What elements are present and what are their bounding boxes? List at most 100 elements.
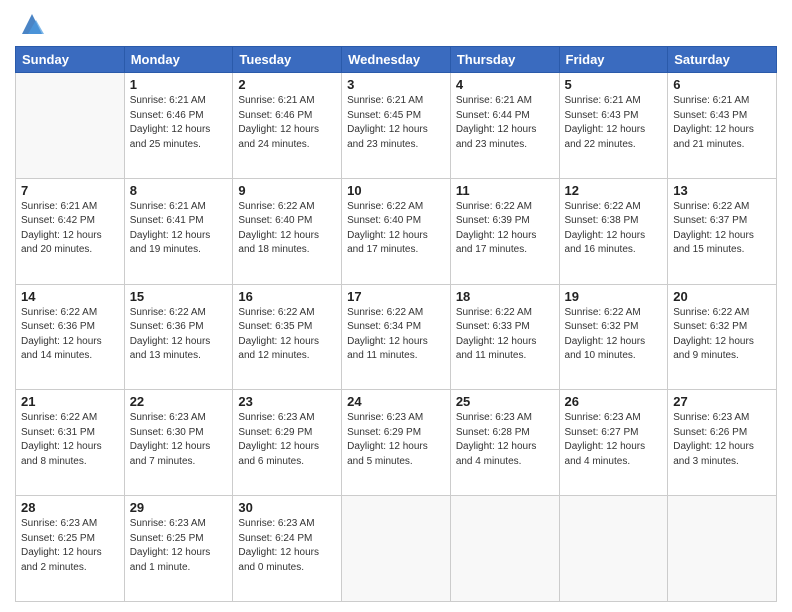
day-number: 9 <box>238 183 336 198</box>
day-info: Sunrise: 6:21 AM Sunset: 6:46 PM Dayligh… <box>130 94 228 152</box>
calendar-cell <box>16 73 125 179</box>
day-number: 29 <box>130 500 228 515</box>
day-number: 30 <box>238 500 336 515</box>
day-number: 19 <box>565 289 663 304</box>
calendar-cell: 10 Sunrise: 6:22 AM Sunset: 6:40 PM Dayli… <box>342 178 451 284</box>
calendar-cell: 18 Sunrise: 6:22 AM Sunset: 6:33 PM Dayli… <box>450 284 559 390</box>
day-info: Sunrise: 6:21 AM Sunset: 6:44 PM Dayligh… <box>456 94 554 152</box>
day-info: Sunrise: 6:22 AM Sunset: 6:40 PM Dayligh… <box>347 200 445 258</box>
calendar-cell: 25 Sunrise: 6:23 AM Sunset: 6:28 PM Dayli… <box>450 390 559 496</box>
calendar-cell: 16 Sunrise: 6:22 AM Sunset: 6:35 PM Dayli… <box>233 284 342 390</box>
calendar-cell: 9 Sunrise: 6:22 AM Sunset: 6:40 PM Daylig… <box>233 178 342 284</box>
col-header-sunday: Sunday <box>16 47 125 73</box>
calendar-cell: 12Sunrise: 6:22 AM Sunset: 6:38 PM Dayli… <box>559 178 668 284</box>
day-info: Sunrise: 6:22 AM Sunset: 6:31 PM Dayligh… <box>21 411 119 469</box>
page: SundayMondayTuesdayWednesdayThursdayFrid… <box>0 0 792 612</box>
logo <box>15 14 46 38</box>
calendar-cell: 27 Sunrise: 6:23 AM Sunset: 6:26 PM Dayli… <box>668 390 777 496</box>
day-info: Sunrise: 6:21 AM Sunset: 6:42 PM Dayligh… <box>21 200 119 258</box>
day-info: Sunrise: 6:23 AM Sunset: 6:28 PM Dayligh… <box>456 411 554 469</box>
calendar-cell <box>668 496 777 602</box>
calendar-cell: 4 Sunrise: 6:21 AM Sunset: 6:44 PM Daylig… <box>450 73 559 179</box>
calendar-cell: 23 Sunrise: 6:23 AM Sunset: 6:29 PM Dayli… <box>233 390 342 496</box>
day-info: Sunrise: 6:21 AM Sunset: 6:41 PM Dayligh… <box>130 200 228 258</box>
day-number: 25 <box>456 394 554 409</box>
day-info: Sunrise: 6:22 AM Sunset: 6:32 PM Dayligh… <box>673 306 771 364</box>
header-row: SundayMondayTuesdayWednesdayThursdayFrid… <box>16 47 777 73</box>
calendar-cell: 5Sunrise: 6:21 AM Sunset: 6:43 PM Daylig… <box>559 73 668 179</box>
day-number: 17 <box>347 289 445 304</box>
day-number: 10 <box>347 183 445 198</box>
day-info: Sunrise: 6:22 AM Sunset: 6:36 PM Dayligh… <box>130 306 228 364</box>
col-header-thursday: Thursday <box>450 47 559 73</box>
day-info: Sunrise: 6:22 AM Sunset: 6:35 PM Dayligh… <box>238 306 336 364</box>
day-info: Sunrise: 6:23 AM Sunset: 6:26 PM Dayligh… <box>673 411 771 469</box>
calendar-cell: 8 Sunrise: 6:21 AM Sunset: 6:41 PM Daylig… <box>124 178 233 284</box>
col-header-saturday: Saturday <box>668 47 777 73</box>
day-number: 21 <box>21 394 119 409</box>
day-number: 16 <box>238 289 336 304</box>
calendar-cell: 29 Sunrise: 6:23 AM Sunset: 6:25 PM Dayli… <box>124 496 233 602</box>
day-info: Sunrise: 6:23 AM Sunset: 6:24 PM Dayligh… <box>238 517 336 575</box>
col-header-friday: Friday <box>559 47 668 73</box>
calendar-cell <box>450 496 559 602</box>
day-number: 28 <box>21 500 119 515</box>
calendar-cell: 11 Sunrise: 6:22 AM Sunset: 6:39 PM Dayli… <box>450 178 559 284</box>
day-info: Sunrise: 6:21 AM Sunset: 6:43 PM Dayligh… <box>673 94 771 152</box>
calendar-cell: 19Sunrise: 6:22 AM Sunset: 6:32 PM Dayli… <box>559 284 668 390</box>
day-number: 27 <box>673 394 771 409</box>
calendar-cell: 1 Sunrise: 6:21 AM Sunset: 6:46 PM Daylig… <box>124 73 233 179</box>
day-number: 18 <box>456 289 554 304</box>
day-info: Sunrise: 6:23 AM Sunset: 6:25 PM Dayligh… <box>21 517 119 575</box>
day-number: 22 <box>130 394 228 409</box>
day-info: Sunrise: 6:22 AM Sunset: 6:39 PM Dayligh… <box>456 200 554 258</box>
day-number: 8 <box>130 183 228 198</box>
day-number: 26 <box>565 394 663 409</box>
day-number: 1 <box>130 77 228 92</box>
day-number: 15 <box>130 289 228 304</box>
calendar-cell: 22 Sunrise: 6:23 AM Sunset: 6:30 PM Dayli… <box>124 390 233 496</box>
calendar-cell: 7 Sunrise: 6:21 AM Sunset: 6:42 PM Daylig… <box>16 178 125 284</box>
day-number: 11 <box>456 183 554 198</box>
calendar-cell: 15 Sunrise: 6:22 AM Sunset: 6:36 PM Dayli… <box>124 284 233 390</box>
calendar-cell: 28 Sunrise: 6:23 AM Sunset: 6:25 PM Dayli… <box>16 496 125 602</box>
day-info: Sunrise: 6:23 AM Sunset: 6:29 PM Dayligh… <box>347 411 445 469</box>
day-number: 6 <box>673 77 771 92</box>
calendar-cell: 21 Sunrise: 6:22 AM Sunset: 6:31 PM Dayli… <box>16 390 125 496</box>
day-number: 7 <box>21 183 119 198</box>
day-number: 4 <box>456 77 554 92</box>
day-info: Sunrise: 6:23 AM Sunset: 6:25 PM Dayligh… <box>130 517 228 575</box>
calendar-cell: 26Sunrise: 6:23 AM Sunset: 6:27 PM Dayli… <box>559 390 668 496</box>
calendar-cell: 24 Sunrise: 6:23 AM Sunset: 6:29 PM Dayli… <box>342 390 451 496</box>
week-row-3: 14Sunrise: 6:22 AM Sunset: 6:36 PM Dayli… <box>16 284 777 390</box>
calendar-table: SundayMondayTuesdayWednesdayThursdayFrid… <box>15 46 777 602</box>
col-header-monday: Monday <box>124 47 233 73</box>
day-info: Sunrise: 6:22 AM Sunset: 6:34 PM Dayligh… <box>347 306 445 364</box>
day-info: Sunrise: 6:22 AM Sunset: 6:33 PM Dayligh… <box>456 306 554 364</box>
col-header-tuesday: Tuesday <box>233 47 342 73</box>
day-info: Sunrise: 6:22 AM Sunset: 6:36 PM Dayligh… <box>21 306 119 364</box>
calendar-cell: 20 Sunrise: 6:22 AM Sunset: 6:32 PM Dayli… <box>668 284 777 390</box>
day-info: Sunrise: 6:23 AM Sunset: 6:30 PM Dayligh… <box>130 411 228 469</box>
logo-icon <box>18 10 46 38</box>
week-row-5: 28 Sunrise: 6:23 AM Sunset: 6:25 PM Dayli… <box>16 496 777 602</box>
day-info: Sunrise: 6:21 AM Sunset: 6:45 PM Dayligh… <box>347 94 445 152</box>
col-header-wednesday: Wednesday <box>342 47 451 73</box>
calendar-cell: 6 Sunrise: 6:21 AM Sunset: 6:43 PM Daylig… <box>668 73 777 179</box>
header <box>15 10 777 38</box>
day-info: Sunrise: 6:22 AM Sunset: 6:40 PM Dayligh… <box>238 200 336 258</box>
calendar-cell: 30 Sunrise: 6:23 AM Sunset: 6:24 PM Dayli… <box>233 496 342 602</box>
week-row-2: 7 Sunrise: 6:21 AM Sunset: 6:42 PM Daylig… <box>16 178 777 284</box>
day-info: Sunrise: 6:22 AM Sunset: 6:38 PM Dayligh… <box>565 200 663 258</box>
calendar-cell: 13Sunrise: 6:22 AM Sunset: 6:37 PM Dayli… <box>668 178 777 284</box>
week-row-1: 1 Sunrise: 6:21 AM Sunset: 6:46 PM Daylig… <box>16 73 777 179</box>
day-info: Sunrise: 6:23 AM Sunset: 6:29 PM Dayligh… <box>238 411 336 469</box>
day-number: 5 <box>565 77 663 92</box>
calendar-cell <box>342 496 451 602</box>
day-number: 2 <box>238 77 336 92</box>
calendar-cell: 2Sunrise: 6:21 AM Sunset: 6:46 PM Daylig… <box>233 73 342 179</box>
day-number: 20 <box>673 289 771 304</box>
day-number: 23 <box>238 394 336 409</box>
day-number: 24 <box>347 394 445 409</box>
day-number: 13 <box>673 183 771 198</box>
